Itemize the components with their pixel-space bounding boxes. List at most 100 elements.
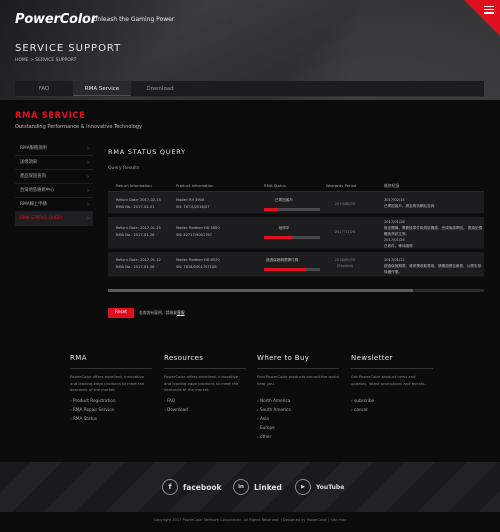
status-progress-bar	[264, 208, 320, 211]
column-header: 維修紀錄	[384, 183, 400, 188]
footer-heading: Resources	[164, 354, 204, 362]
social-label: facebook	[183, 482, 222, 492]
facebook-icon: f	[162, 479, 178, 495]
serial-number: SN: 42717/9001767	[176, 233, 212, 237]
facebook-link[interactable]: f facebook	[162, 479, 222, 495]
footer-link[interactable]: Europe	[257, 423, 339, 432]
youtube-icon: ▶	[295, 479, 311, 495]
copyright: Copyright 2017 PowerColor Network Corpor…	[153, 518, 347, 522]
product-model: Model: Radeon HD 6570	[176, 258, 220, 262]
footer-link[interactable]: other	[257, 432, 339, 441]
sidebar-item-rma-info[interactable]: RMA服務說明 ›	[15, 142, 93, 156]
divider	[70, 368, 152, 369]
service-tabs: FAQ RMA Service Download	[15, 81, 484, 97]
logo-tagline: Unleash the Gaming Power	[93, 16, 175, 23]
serial-number: SN: 7818/0001707108	[176, 265, 217, 269]
tab-faq[interactable]: FAQ	[15, 81, 73, 96]
return-date: Return Date: 2017-02-15	[116, 198, 161, 202]
footer-heading: Where to Buy	[257, 354, 310, 362]
status-label: 超過保固期限需付費	[266, 258, 299, 262]
social-label: YouTube	[316, 483, 345, 491]
sidebar-item-rma-status-query[interactable]: RMA STATUS QUERY ›	[15, 212, 93, 226]
rma-number: RMA No.: 2017-01-06	[116, 265, 155, 269]
powercolor-logo[interactable]: PowerColor	[15, 12, 97, 27]
footer-link[interactable]: RMA Status	[70, 414, 152, 423]
status-label: 已寄回客戶	[275, 198, 293, 202]
tab-rma-service[interactable]: RMA Service	[73, 81, 131, 96]
sidebar-item-label: RMA STATUS QUERY	[20, 216, 64, 221]
sidebar-item-label: RMA服務說明	[20, 146, 47, 151]
repair-note: 超過保固期限，維修需收取費用，請確認是否維修，以便安排後續作業。	[384, 264, 482, 274]
sidebar-item-rma-apply[interactable]: RMA線上申請 ›	[15, 198, 93, 212]
footer-text: PowerColor offers excellent, innovative …	[164, 374, 239, 392]
sidebar-item-repair-notes[interactable]: 送修須知 ›	[15, 156, 93, 170]
column-header: RMA Status	[264, 183, 286, 188]
status-progress-bar	[264, 236, 320, 239]
footer-link[interactable]: North America	[257, 396, 339, 405]
rma-status-table: Return Information Product information R…	[108, 179, 484, 277]
table-header: Return Information Product information R…	[108, 179, 484, 192]
footer-link[interactable]: subscribe	[351, 396, 433, 405]
rma-number: RMA No.: 2017-02-01	[116, 205, 155, 209]
corner-accent	[464, 0, 500, 36]
reset-note: 若查詢有疑問，請聯繫客服	[139, 310, 185, 316]
divider	[351, 368, 433, 369]
sidebar-item-label: RMA線上申請	[20, 202, 47, 207]
repair-note: 已寄回客戶，請至物流網站查詢	[384, 204, 435, 208]
repair-note: 無法開機，需更換零件後測試確認，完成後將寄回。 更換記憶體後測試正常。	[384, 226, 483, 236]
footer-link[interactable]: Download	[164, 405, 246, 414]
column-header: Warranty Period	[326, 183, 357, 188]
sidebar-item-service-center[interactable]: 台灣地區維修中心 ›	[15, 184, 93, 198]
return-date: Return Date: 2017-01-12	[116, 258, 161, 262]
chevron-right-icon: ›	[87, 160, 89, 166]
footer-heading: RMA	[70, 354, 87, 362]
hamburger-menu-icon[interactable]	[484, 6, 494, 14]
rma-section-title: RMA SERVICE	[15, 111, 86, 121]
footer-text: PowerColor offers excellent, innovative …	[70, 374, 145, 392]
linkedin-link[interactable]: in Linked	[233, 479, 282, 495]
footer-link[interactable]: South America	[257, 405, 339, 414]
product-model: Model: Radeon HD 5850	[176, 226, 220, 230]
reset-note-text: 若查詢有疑問，請聯繫	[139, 310, 177, 315]
footer-link[interactable]: Product Registration	[70, 396, 152, 405]
footer-column-newsletter: Newsletter Get PowerColor product news a…	[351, 354, 433, 414]
chevron-right-icon: ›	[87, 174, 89, 180]
footer-column-rma: RMA PowerColor offers excellent, innovat…	[70, 354, 152, 423]
sidebar-item-warranty-query[interactable]: 產品保固查詢 ›	[15, 170, 93, 184]
rma-status-title: RMA STATUS QUERY	[108, 148, 186, 156]
breadcrumb[interactable]: HOME > SERVICE SUPPORT	[15, 58, 76, 63]
tab-download[interactable]: Download	[131, 81, 189, 96]
footer-link[interactable]: cancel	[351, 405, 433, 414]
social-label: Linked	[254, 482, 282, 492]
chevron-right-icon: ›	[87, 216, 89, 222]
table-row: Return Date: 2017-01-12 RMA No.: 2017-01-…	[108, 252, 484, 277]
serial-number: SN: 7XT-9/2016/07	[176, 205, 210, 209]
divider	[164, 368, 246, 369]
page-title: SERVICE SUPPORT	[15, 43, 122, 54]
footer-link[interactable]: FAQ	[164, 396, 246, 405]
footer-link[interactable]: RMA Repair Service	[70, 405, 152, 414]
youtube-link[interactable]: ▶ YouTube	[295, 479, 344, 495]
table-row: Return Date: 2017-01-25 RMA No.: 2017-01-…	[108, 217, 484, 249]
table-scrollbar[interactable]	[108, 289, 484, 292]
chevron-right-icon: ›	[87, 188, 89, 194]
sidebar-item-label: 台灣地區維修中心	[20, 188, 55, 193]
status-progress-bar	[264, 268, 320, 271]
column-header: Product information	[176, 183, 214, 188]
product-model: Model: R9 390X	[176, 198, 205, 202]
linkedin-icon: in	[233, 479, 249, 495]
query-results-label: Query Results	[108, 166, 140, 171]
divider	[257, 368, 339, 369]
table-row: Return Date: 2017-02-15 RMA No.: 2017-02-…	[108, 192, 484, 214]
sidebar-item-label: 送修須知	[20, 160, 38, 165]
footer-link[interactable]: Asia	[257, 414, 339, 423]
contact-support-link[interactable]: 客服	[177, 310, 185, 315]
warranty-period: 2016/09/15 (Expired)	[334, 258, 356, 268]
return-date: Return Date: 2017-01-25	[116, 226, 161, 230]
footer-text: Find PowerColor products around the worl…	[257, 374, 339, 386]
rma-sidebar: RMA服務說明 › 送修須知 › 產品保固查詢 › 台灣地區維修中心 › RMA線上申請…	[15, 142, 93, 226]
status-label: 維修中	[278, 226, 290, 230]
chevron-right-icon: ›	[87, 146, 89, 152]
warranty-period: 2017/11/26	[334, 230, 356, 234]
reset-button[interactable]: Reset	[108, 308, 134, 318]
